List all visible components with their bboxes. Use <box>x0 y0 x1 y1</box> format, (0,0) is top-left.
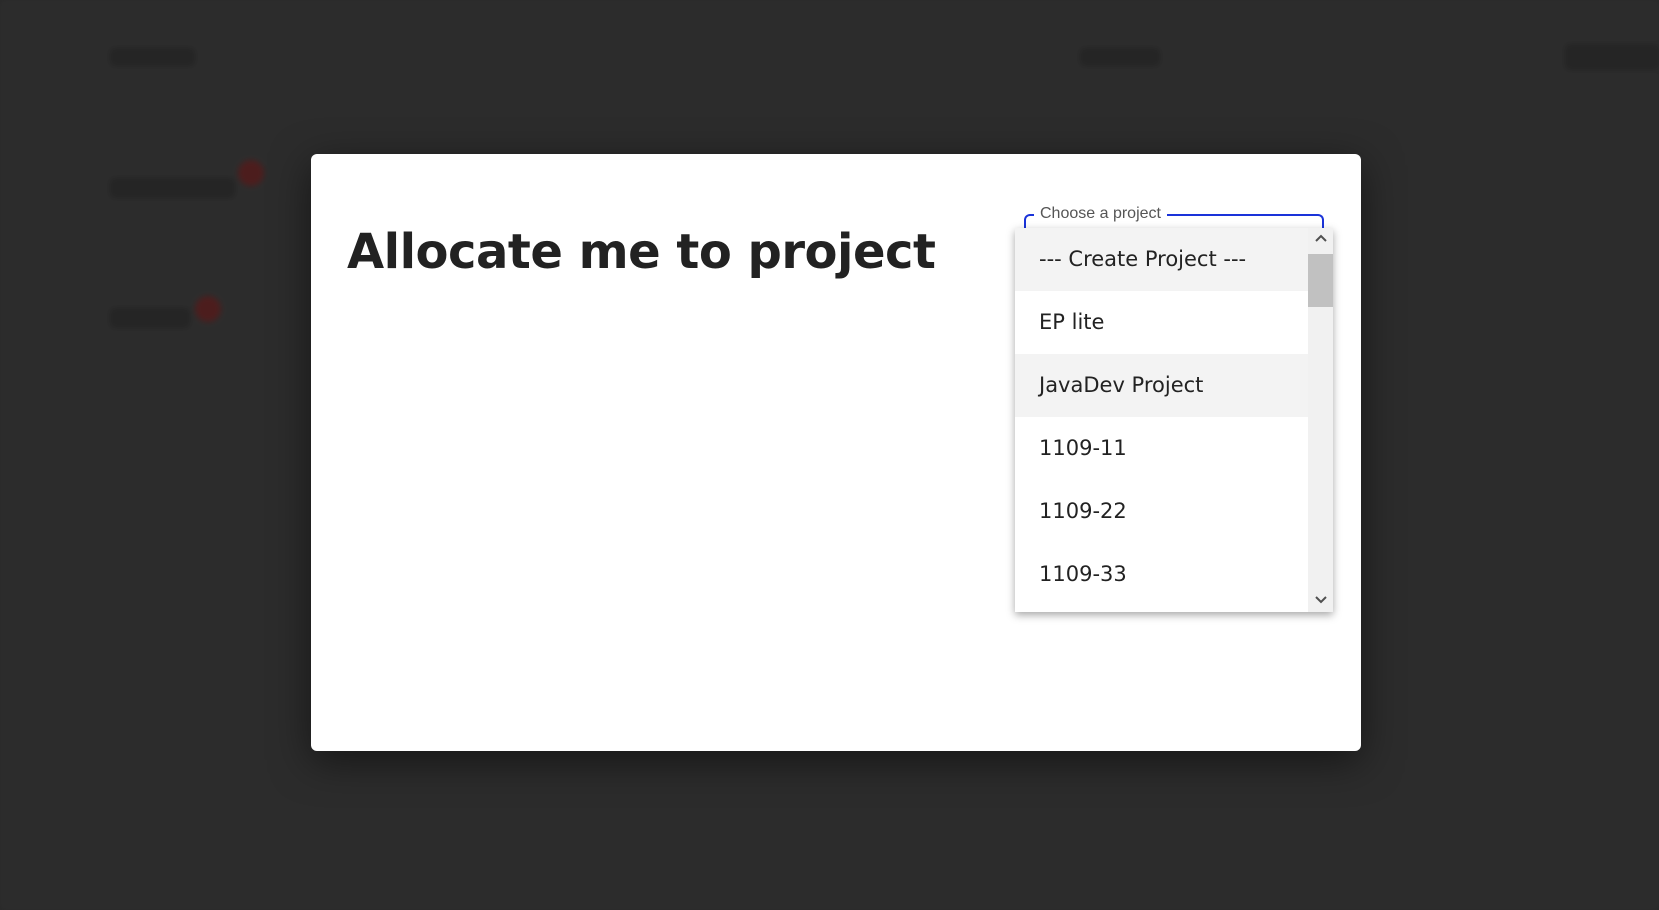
option-1109-33[interactable]: 1109-33 <box>1015 543 1308 606</box>
option-1109-11[interactable]: 1109-11 <box>1015 417 1308 480</box>
chevron-down-icon[interactable] <box>1308 590 1333 612</box>
dropdown-scrollbar[interactable] <box>1308 228 1333 612</box>
project-dropdown-list[interactable]: --- Create Project --- EP lite JavaDev P… <box>1015 228 1333 612</box>
allocate-project-dialog: Allocate me to project Choose a project … <box>311 154 1361 751</box>
chevron-up-icon[interactable] <box>1308 228 1333 250</box>
option-list: --- Create Project --- EP lite JavaDev P… <box>1015 228 1308 606</box>
option-javadev-project[interactable]: JavaDev Project <box>1015 354 1308 417</box>
option-ep-lite[interactable]: EP lite <box>1015 291 1308 354</box>
dialog-title: Allocate me to project <box>347 224 936 280</box>
project-select-label: Choose a project <box>1034 205 1167 223</box>
scrollbar-thumb[interactable] <box>1308 254 1333 307</box>
option-1109-22[interactable]: 1109-22 <box>1015 480 1308 543</box>
option-create-project[interactable]: --- Create Project --- <box>1015 228 1308 291</box>
